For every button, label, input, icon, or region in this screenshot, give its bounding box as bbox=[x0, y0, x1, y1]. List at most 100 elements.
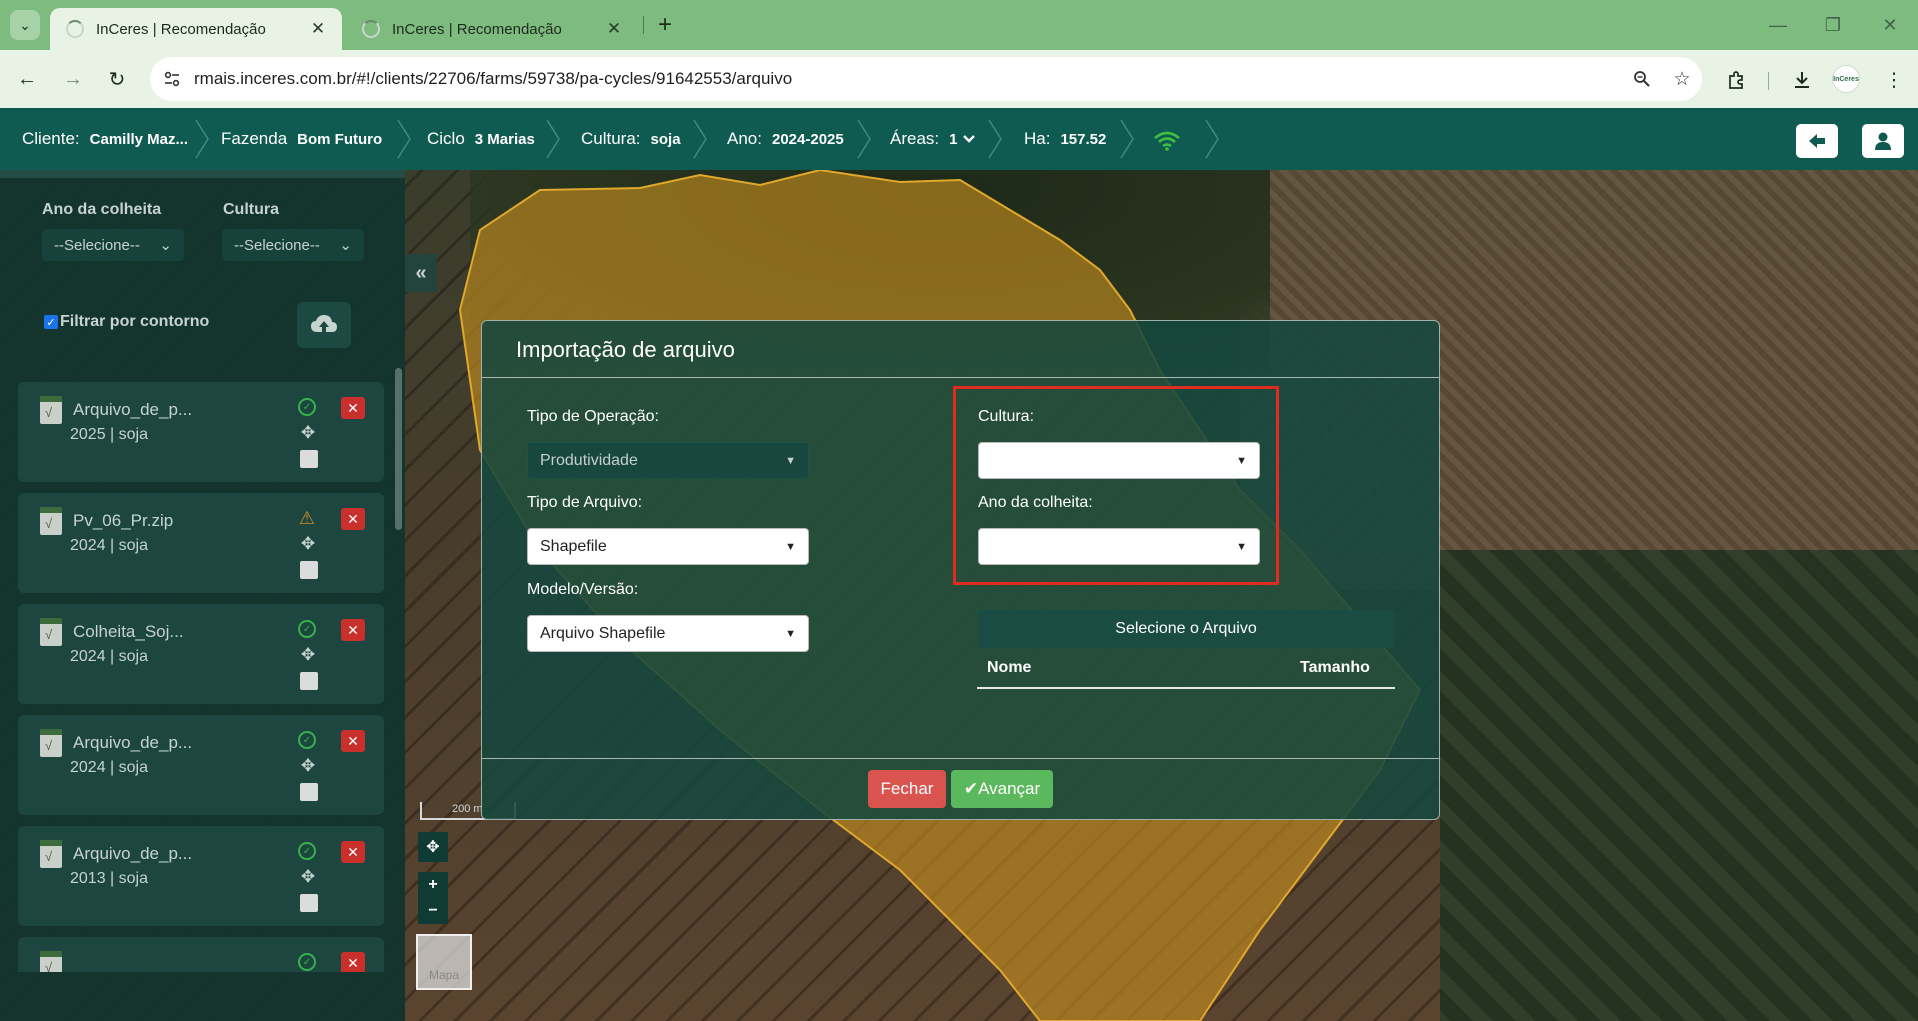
crumb-areas[interactable]: Áreas: 1 bbox=[890, 108, 976, 170]
highlight-annotation-box bbox=[953, 386, 1279, 585]
user-profile-button[interactable] bbox=[1862, 124, 1904, 158]
zoom-in-button[interactable]: + bbox=[418, 872, 448, 898]
filter-crop-select[interactable]: --Selecione-- ⌄ bbox=[222, 229, 364, 261]
tab-close-icon[interactable]: ✕ bbox=[604, 19, 624, 39]
delete-file-button[interactable]: ✕ bbox=[341, 508, 365, 530]
close-button[interactable]: Fechar bbox=[868, 770, 946, 808]
model-version-select[interactable]: Arquivo Shapefile ▼ bbox=[527, 615, 809, 652]
file-type-select[interactable]: Shapefile ▼ bbox=[527, 528, 809, 565]
file-meta: 2024 | soja bbox=[70, 537, 148, 554]
delete-file-button[interactable]: ✕ bbox=[341, 841, 365, 863]
file-card[interactable]: √ Arquivo_de_p... 2013 | soja ✓ ✕ ✥ bbox=[18, 826, 384, 926]
browser-tab-active[interactable]: InCeres | Recomendação ✕ bbox=[50, 8, 342, 50]
tab-close-icon[interactable]: ✕ bbox=[308, 19, 328, 39]
contour-filter-checkbox[interactable]: ✓ bbox=[44, 315, 58, 329]
zoom-out-button[interactable]: − bbox=[418, 898, 448, 924]
file-card-partial[interactable]: √ ✓ ✕ bbox=[18, 937, 384, 972]
crumb-separator-icon bbox=[1117, 108, 1137, 170]
crumb-separator-icon bbox=[690, 108, 710, 170]
file-icon: √ bbox=[40, 951, 62, 972]
bookmark-star-icon[interactable]: ☆ bbox=[1662, 57, 1702, 101]
file-card[interactable]: √ Arquivo_de_p... 2025 | soja ✓ ✕ ✥ bbox=[18, 382, 384, 482]
upload-cloud-button[interactable] bbox=[297, 302, 351, 348]
crumb-cycle[interactable]: Ciclo 3 Marias bbox=[427, 108, 535, 170]
crumb-value: Camilly Maz... bbox=[89, 130, 189, 148]
address-bar[interactable]: rmais.inceres.com.br/#!/clients/22706/fa… bbox=[150, 57, 1702, 101]
chevron-down-icon: ▼ bbox=[785, 627, 796, 640]
collapse-panel-button[interactable]: « bbox=[405, 254, 437, 292]
table-header-size: Tamanho bbox=[1300, 659, 1370, 676]
chevron-down-icon: ▼ bbox=[785, 540, 796, 553]
file-select-checkbox[interactable] bbox=[300, 783, 318, 801]
delete-file-button[interactable]: ✕ bbox=[341, 619, 365, 641]
file-name: Arquivo_de_p... bbox=[73, 733, 193, 752]
file-card[interactable]: √ Colheita_Soj... 2024 | soja ✓ ✕ ✥ bbox=[18, 604, 384, 704]
crumb-separator-icon bbox=[192, 108, 212, 170]
file-type-value: Shapefile bbox=[540, 537, 607, 555]
tab-divider bbox=[643, 16, 644, 34]
browser-menu-icon[interactable]: ⋮ bbox=[1878, 64, 1910, 96]
file-icon: √ bbox=[40, 618, 62, 646]
select-file-button[interactable]: Selecione o Arquivo bbox=[978, 610, 1394, 648]
modal-title: Importação de arquivo bbox=[516, 337, 735, 362]
site-info-icon[interactable] bbox=[150, 57, 194, 101]
tab-search-menu-button[interactable]: ⌄ bbox=[10, 10, 40, 40]
wifi-connection-icon bbox=[1153, 131, 1181, 156]
file-meta: 2025 | soja bbox=[70, 426, 148, 443]
locate-file-icon[interactable]: ✥ bbox=[299, 867, 317, 886]
modal-header: Importação de arquivo bbox=[482, 321, 1439, 378]
browser-tab-inactive[interactable]: InCeres | Recomendação ✕ bbox=[346, 8, 638, 50]
delete-file-button[interactable]: ✕ bbox=[341, 952, 365, 972]
browser-toolbar: ← → ↻ rmais.inceres.com.br/#!/clients/22… bbox=[0, 50, 1918, 108]
crumb-label: Ano: bbox=[727, 129, 762, 148]
file-type-label: Tipo de Arquivo: bbox=[527, 494, 643, 511]
new-tab-button[interactable]: + bbox=[650, 10, 680, 40]
file-select-checkbox[interactable] bbox=[300, 672, 318, 690]
locate-file-icon[interactable]: ✥ bbox=[299, 534, 317, 553]
contour-filter-row[interactable]: ✓ Filtrar por contorno bbox=[44, 313, 209, 331]
crumb-crop[interactable]: Cultura: soja bbox=[581, 108, 681, 170]
file-select-checkbox[interactable] bbox=[300, 450, 318, 468]
advance-button[interactable]: ✔Avançar bbox=[951, 770, 1053, 808]
file-select-checkbox[interactable] bbox=[300, 894, 318, 912]
forward-button[interactable]: → bbox=[58, 64, 88, 94]
filter-year-select[interactable]: --Selecione-- ⌄ bbox=[42, 229, 184, 261]
back-button[interactable]: ← bbox=[12, 64, 42, 94]
file-list-scrollbar[interactable] bbox=[395, 368, 402, 530]
toolbar-divider bbox=[1768, 72, 1769, 90]
extensions-icon[interactable] bbox=[1720, 64, 1752, 96]
crumb-label: Áreas: bbox=[890, 129, 940, 148]
zoom-icon[interactable] bbox=[1622, 57, 1662, 101]
file-icon: √ bbox=[40, 840, 62, 868]
crumb-year[interactable]: Ano: 2024-2025 bbox=[727, 108, 844, 170]
minimize-window-button[interactable]: — bbox=[1760, 10, 1796, 40]
crumb-separator-icon bbox=[854, 108, 874, 170]
browser-tab-bar: ⌄ InCeres | Recomendação ✕ InCeres | Rec… bbox=[0, 0, 1918, 50]
tab-title: InCeres | Recomendação bbox=[96, 20, 266, 38]
file-list: √ Arquivo_de_p... 2025 | soja ✓ ✕ ✥ √ Pv… bbox=[18, 382, 384, 972]
chevron-down-icon: ⌄ bbox=[339, 237, 352, 254]
profile-avatar[interactable]: InCeres bbox=[1832, 65, 1860, 93]
locate-file-icon[interactable]: ✥ bbox=[299, 423, 317, 442]
file-name: Colheita_Soj... bbox=[73, 622, 184, 641]
downloads-icon[interactable] bbox=[1786, 64, 1818, 96]
file-select-checkbox[interactable] bbox=[300, 561, 318, 579]
model-version-label: Modelo/Versão: bbox=[527, 581, 639, 598]
restore-window-button[interactable]: ❐ bbox=[1815, 10, 1851, 40]
file-card[interactable]: √ Pv_06_Pr.zip 2024 | soja ⚠ ✕ ✥ bbox=[18, 493, 384, 593]
crumb-client[interactable]: Cliente: Camilly Maz... bbox=[22, 108, 188, 170]
locate-file-icon[interactable]: ✥ bbox=[299, 645, 317, 664]
close-window-button[interactable]: ✕ bbox=[1872, 10, 1908, 40]
file-card[interactable]: √ Arquivo_de_p... 2024 | soja ✓ ✕ ✥ bbox=[18, 715, 384, 815]
delete-file-button[interactable]: ✕ bbox=[341, 397, 365, 419]
crumb-label: Ha: bbox=[1024, 129, 1051, 148]
file-name: Arquivo_de_p... bbox=[73, 844, 193, 863]
back-arrow-button[interactable] bbox=[1796, 124, 1838, 158]
map-pan-icon[interactable]: ✥ bbox=[418, 832, 448, 862]
status-ok-icon: ✓ bbox=[298, 953, 316, 971]
crumb-farm[interactable]: Fazenda Bom Futuro bbox=[221, 108, 382, 170]
map-type-toggle[interactable]: Mapa bbox=[416, 934, 472, 990]
reload-button[interactable]: ↻ bbox=[102, 64, 132, 94]
delete-file-button[interactable]: ✕ bbox=[341, 730, 365, 752]
locate-file-icon[interactable]: ✥ bbox=[299, 756, 317, 775]
